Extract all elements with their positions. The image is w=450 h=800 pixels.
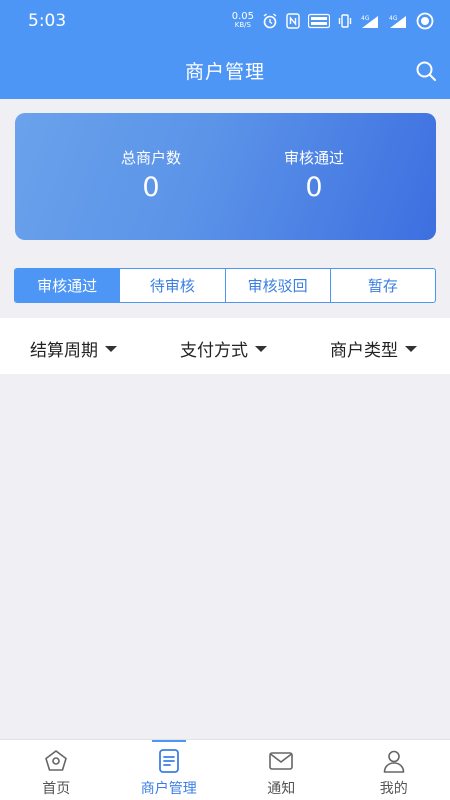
network-speed: 0.05 KB/S bbox=[232, 12, 254, 30]
status-tabs: 审核通过 待审核 审核驳回 暂存 bbox=[14, 268, 436, 303]
user-icon bbox=[383, 750, 405, 773]
settlement-cycle-label: 结算周期 bbox=[30, 341, 98, 361]
nfc-icon bbox=[286, 13, 300, 29]
tab-approved[interactable]: 审核通过 bbox=[15, 269, 120, 302]
signal2-label: 4G bbox=[389, 15, 398, 22]
tab-rejected[interactable]: 审核驳回 bbox=[224, 269, 330, 302]
nav-home[interactable]: 首页 bbox=[0, 740, 113, 800]
home-icon bbox=[45, 750, 68, 771]
caret-down-icon bbox=[105, 345, 117, 352]
signal-icon-2: 4G bbox=[388, 13, 408, 29]
status-time: 5:03 bbox=[28, 11, 67, 31]
battery-icon bbox=[416, 12, 434, 30]
document-icon bbox=[158, 749, 179, 773]
tab-pending[interactable]: 待审核 bbox=[119, 269, 224, 302]
approved-value: 0 bbox=[305, 172, 323, 203]
mail-icon bbox=[269, 752, 294, 770]
total-merchants-value: 0 bbox=[142, 172, 160, 203]
nav-profile[interactable]: 我的 bbox=[338, 740, 450, 800]
nav-home-label: 首页 bbox=[42, 781, 71, 797]
network-speed-unit: KB/S bbox=[234, 21, 251, 29]
caret-down-icon bbox=[255, 345, 267, 352]
nav-merchant-management-label: 商户管理 bbox=[140, 781, 197, 797]
merchant-type-filter[interactable]: 商户类型 bbox=[330, 336, 417, 361]
tab-draft[interactable]: 暂存 bbox=[329, 269, 435, 302]
filter-bar: 结算周期 支付方式 商户类型 bbox=[0, 318, 450, 374]
search-icon[interactable] bbox=[415, 60, 437, 82]
header: 商户管理 bbox=[0, 42, 450, 99]
payment-method-label: 支付方式 bbox=[180, 341, 248, 361]
summary-card: 总商户数 0 审核通过 0 bbox=[15, 113, 436, 240]
nav-profile-label: 我的 bbox=[379, 781, 408, 797]
bottom-nav: 首页 商户管理 通知 我的 bbox=[0, 739, 450, 800]
network-speed-value: 0.05 bbox=[231, 11, 254, 22]
approved-stat: 审核通过 0 bbox=[244, 147, 384, 203]
nav-notifications[interactable]: 通知 bbox=[225, 740, 338, 800]
page-title: 商户管理 bbox=[184, 61, 265, 83]
merchant-type-label: 商户类型 bbox=[330, 341, 398, 361]
signal1-label: 4G bbox=[361, 15, 370, 22]
vibrate-icon bbox=[338, 13, 352, 29]
approved-label: 审核通过 bbox=[283, 149, 344, 167]
merchant-list-area bbox=[0, 374, 450, 739]
total-merchants-label: 总商户数 bbox=[120, 149, 181, 167]
status-icons: 0.05 KB/S 4G 4G bbox=[232, 12, 434, 30]
settlement-cycle-filter[interactable]: 结算周期 bbox=[30, 336, 117, 361]
status-bar: 5:03 0.05 KB/S 4G 4G bbox=[0, 0, 450, 42]
alarm-icon bbox=[262, 13, 278, 29]
volte-icon bbox=[308, 13, 330, 29]
caret-down-icon bbox=[405, 345, 417, 352]
payment-method-filter[interactable]: 支付方式 bbox=[180, 336, 267, 361]
active-tab-indicator bbox=[151, 740, 186, 742]
total-merchants-stat: 总商户数 0 bbox=[81, 147, 221, 203]
nav-merchant-management[interactable]: 商户管理 bbox=[113, 740, 226, 800]
signal-icon-1: 4G bbox=[360, 13, 380, 29]
nav-notifications-label: 通知 bbox=[267, 781, 296, 797]
